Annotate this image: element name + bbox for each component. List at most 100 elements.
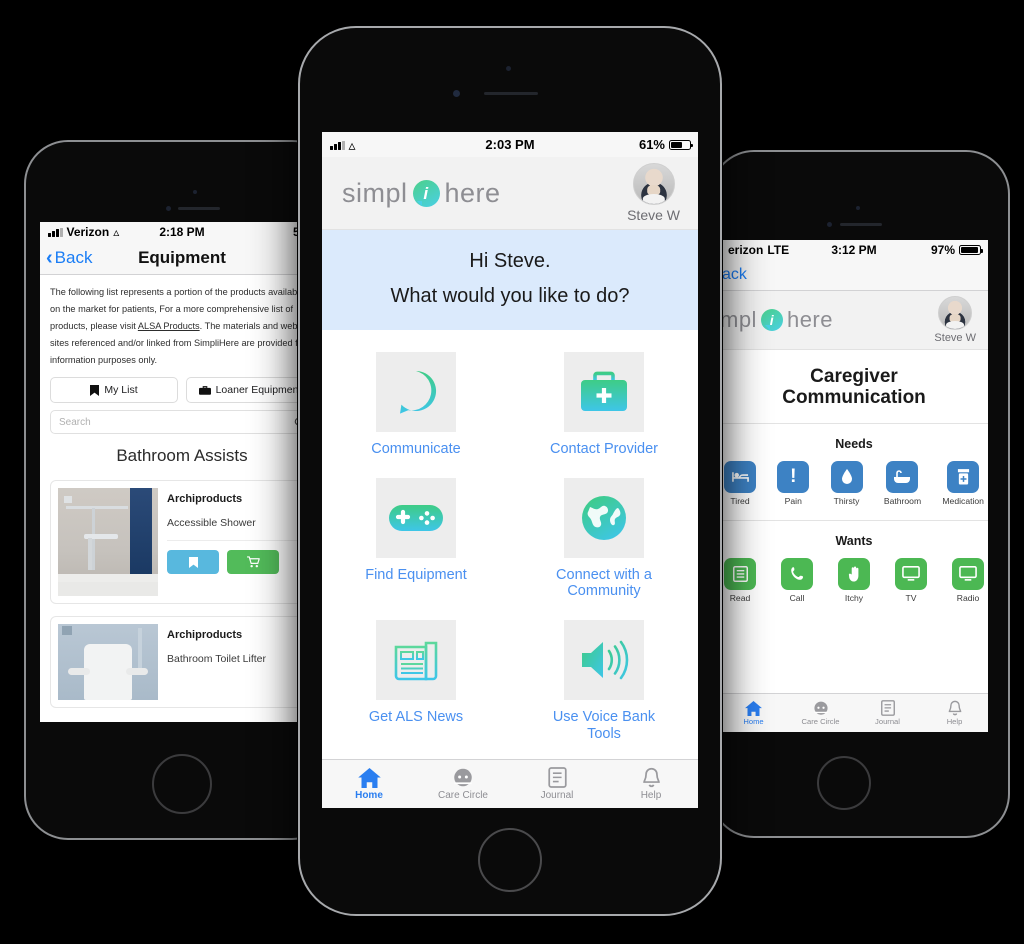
bed-icon: [724, 460, 756, 493]
left-phone-sensor-icon: [193, 190, 197, 194]
product-card[interactable]: Archiproducts Bathroom Toilet Lifter: [50, 616, 314, 708]
tab-journal[interactable]: Journal: [510, 760, 604, 808]
document-icon: [547, 767, 567, 788]
newspaper-icon: [394, 641, 438, 681]
app-logo: simpl i here: [342, 178, 501, 209]
speech-bubble-icon: [400, 370, 437, 414]
find-equipment-tile: [376, 477, 456, 558]
action-contact-provider[interactable]: Contact Provider: [510, 352, 698, 458]
connect-community-tile: [564, 477, 644, 558]
left-phone-camera-icon: [166, 206, 171, 211]
action-als-news[interactable]: Get ALS News: [322, 620, 510, 742]
action-label: Communicate: [371, 441, 461, 457]
tab-label: Home: [743, 716, 764, 726]
voice-bank-tile: [564, 620, 644, 701]
left-status-bar: Verizon ▵ 2:18 PM 58%: [40, 222, 324, 242]
signal-bars-icon: [48, 227, 63, 237]
right-status-bar: erizon LTE 3:12 PM 97%: [720, 240, 988, 260]
wifi-icon: ▵: [113, 225, 120, 239]
want-item-read[interactable]: Read: [724, 557, 756, 603]
product-info: Archiproducts Accessible Shower: [165, 481, 313, 603]
cart-icon: [246, 556, 260, 568]
back-button[interactable]: ack: [720, 266, 747, 284]
wifi-icon: ▵: [348, 136, 356, 153]
need-item-bathroom[interactable]: Bathroom: [884, 460, 921, 506]
need-item-medication[interactable]: Medication: [942, 460, 984, 506]
save-to-list-button[interactable]: [167, 550, 219, 574]
buy-button[interactable]: [227, 550, 279, 574]
need-item-pain[interactable]: ! Pain: [777, 460, 810, 506]
bookmark-icon: [188, 556, 198, 568]
needs-icon-row: Tired ! Pain Thirsty Bathroom Medication: [720, 460, 988, 520]
right-phone-home-button[interactable]: [817, 756, 871, 810]
logo-text-post: here: [444, 177, 501, 208]
logo-text-pre: simpl: [342, 177, 408, 208]
need-item-tired[interactable]: Tired: [724, 460, 756, 506]
battery-icon: [959, 245, 983, 255]
tab-care-circle[interactable]: Care Circle: [787, 694, 854, 732]
user-profile[interactable]: Steve W: [627, 163, 680, 223]
action-communicate[interactable]: Communicate: [322, 352, 510, 458]
greeting-banner: Hi Steve. What would you like to do?: [322, 230, 698, 330]
tab-help[interactable]: Help: [604, 760, 698, 808]
tab-care-circle[interactable]: Care Circle: [416, 760, 510, 808]
water-drop-icon: [830, 460, 863, 493]
globe-icon: [582, 495, 626, 540]
center-phone-camera-icon: [453, 90, 460, 97]
page-title-line2: Communication: [782, 387, 926, 409]
medical-bag-icon: [581, 371, 627, 411]
want-item-call[interactable]: Call: [781, 557, 813, 603]
want-item-radio[interactable]: Radio: [952, 557, 984, 603]
center-phone-home-button[interactable]: [478, 828, 542, 892]
right-tab-bar: Home Care Circle Journal Help: [720, 693, 988, 732]
tab-journal[interactable]: Journal: [854, 694, 921, 732]
greeting-line2: What would you like to do?: [390, 285, 630, 307]
tab-label: Help: [640, 790, 662, 801]
user-profile[interactable]: Steve W: [934, 296, 976, 344]
center-tab-bar: Home Care Circle Journal Help: [322, 759, 698, 808]
tab-label: Home: [355, 789, 383, 801]
action-connect-community[interactable]: Connect with a Community: [510, 477, 698, 600]
center-phone-screen: ▵ 2:03 PM 61% simpl i here Steve W Hi St…: [322, 132, 698, 808]
my-list-button[interactable]: My List: [50, 377, 178, 403]
action-grid: Communicate Contact Provider Find Equipm…: [322, 330, 698, 742]
product-image: [58, 488, 158, 596]
person-icon: [813, 701, 828, 715]
center-phone-device: ▵ 2:03 PM 61% simpl i here Steve W Hi St…: [298, 26, 722, 916]
search-input[interactable]: Search: [50, 410, 314, 434]
action-find-equipment[interactable]: Find Equipment: [322, 477, 510, 600]
want-label: Call: [789, 592, 805, 603]
center-phone-earpiece-icon: [484, 92, 538, 95]
carrier-label: erizon: [728, 243, 764, 257]
action-voice-bank[interactable]: Use Voice Bank Tools: [510, 620, 698, 742]
loaner-equipment-button[interactable]: Loaner Equipment: [186, 377, 314, 403]
center-phone-sensor-icon: [506, 66, 511, 71]
center-status-right: 61%: [639, 137, 698, 152]
intro-paragraph: The following list represents a portion …: [50, 287, 306, 365]
search-placeholder: Search: [59, 416, 91, 428]
exclamation-icon: !: [777, 460, 810, 493]
left-phone-home-button[interactable]: [152, 754, 212, 814]
action-label: Contact Provider: [550, 441, 658, 457]
bell-icon: [948, 700, 961, 716]
tab-home[interactable]: Home: [720, 694, 787, 732]
user-name: Steve W: [627, 207, 680, 223]
want-item-tv[interactable]: TV: [895, 557, 927, 603]
logo-text-post: here: [786, 307, 833, 332]
tab-home[interactable]: Home: [322, 760, 416, 808]
need-item-thirsty[interactable]: Thirsty: [830, 460, 863, 506]
network-label: LTE: [767, 243, 790, 257]
center-status-bar: ▵ 2:03 PM 61%: [322, 132, 698, 157]
alsa-products-link[interactable]: ALSA Products: [138, 321, 200, 331]
need-label: Tired: [730, 495, 750, 506]
product-card[interactable]: Archiproducts Accessible Shower: [50, 480, 314, 604]
page-title: Caregiver Communication: [720, 350, 988, 423]
document-icon: [880, 700, 895, 717]
want-item-itchy[interactable]: Itchy: [838, 557, 870, 603]
want-label: Itchy: [844, 592, 864, 603]
monitor-icon: [952, 557, 984, 590]
tab-help[interactable]: Help: [921, 694, 988, 732]
left-phone-device: Verizon ▵ 2:18 PM 58% ‹ Back Equipment T…: [24, 140, 336, 840]
tab-label: Journal: [875, 717, 900, 727]
center-status-left: ▵: [322, 138, 356, 152]
